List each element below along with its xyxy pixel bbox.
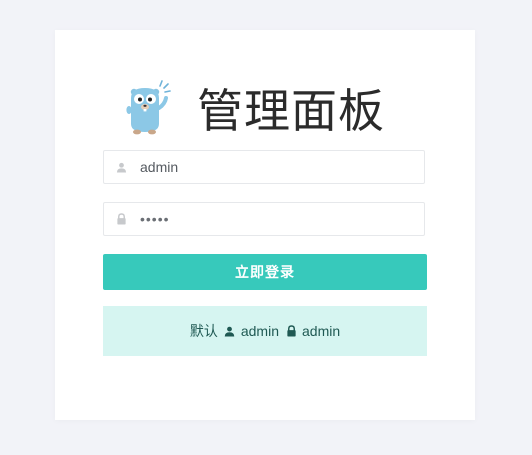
lock-icon (115, 213, 127, 225)
page-title: 管理面板 (197, 84, 385, 138)
username-input[interactable] (140, 159, 400, 175)
default-credentials-hint: 默认 admin admin (103, 306, 427, 356)
login-card: 管理面板 立即登录 默认 admin (55, 30, 475, 420)
gopher-mascot-icon (125, 80, 171, 136)
brand-header: 管理面板 (125, 78, 385, 138)
user-icon (115, 161, 127, 173)
hint-label: 默认 (189, 324, 218, 340)
password-input[interactable] (140, 211, 400, 227)
lock-icon (285, 325, 297, 337)
hint-username: admin (240, 323, 279, 339)
password-field[interactable] (103, 202, 425, 236)
user-icon (224, 325, 236, 337)
username-field[interactable] (103, 150, 425, 184)
hint-password: admin (302, 323, 341, 339)
login-button[interactable]: 立即登录 (103, 254, 427, 290)
